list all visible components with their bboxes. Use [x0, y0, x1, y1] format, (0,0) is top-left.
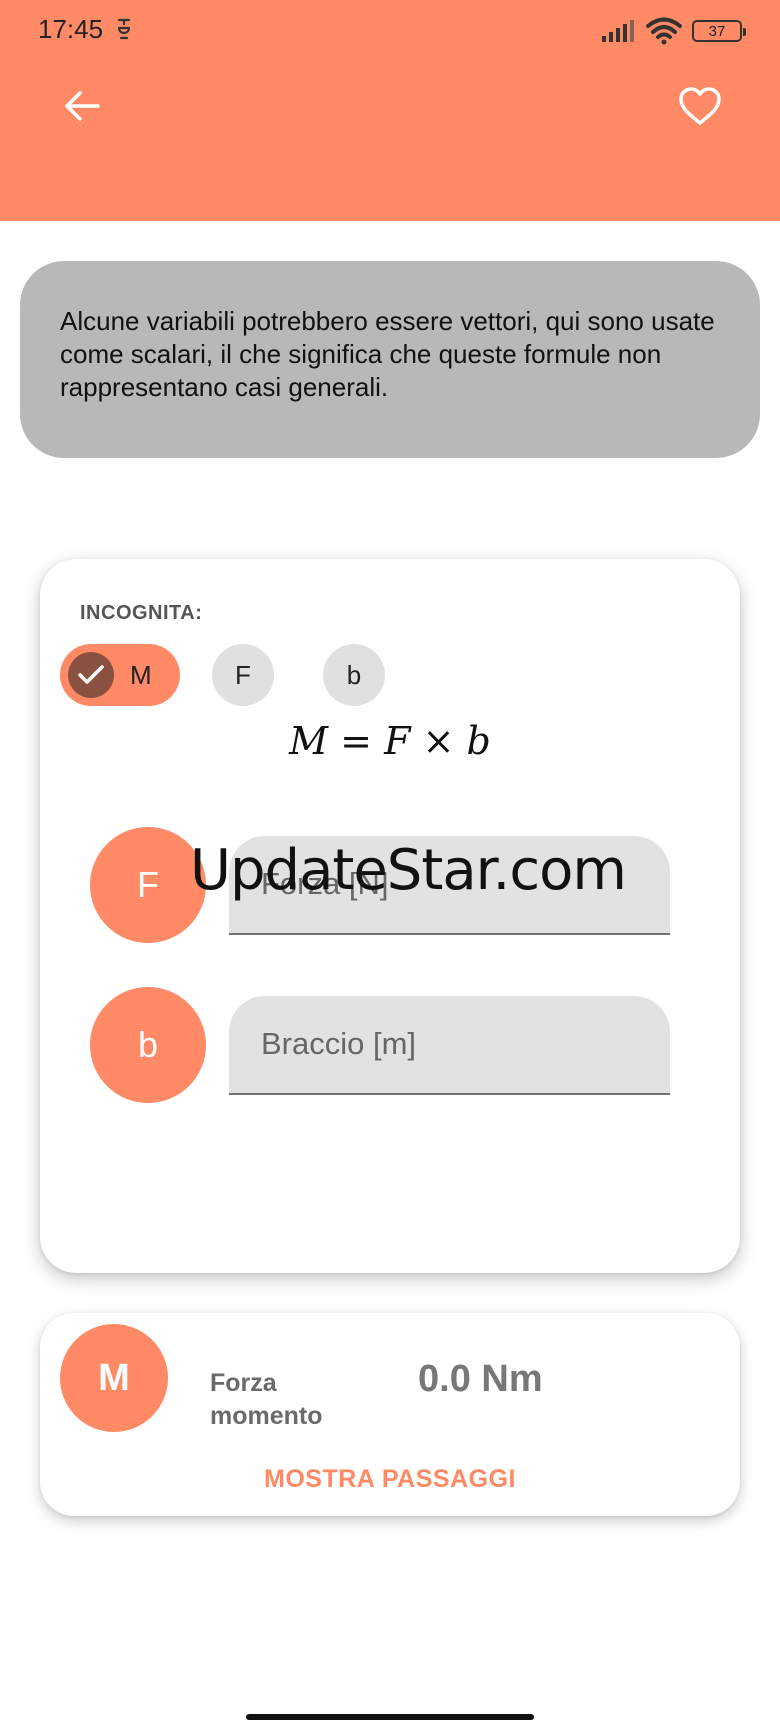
signal-icon	[602, 20, 634, 42]
favorite-button[interactable]	[676, 82, 724, 130]
result-card: M Forza momento 0.0 Nm MOSTRA PASSAGGI	[40, 1313, 740, 1516]
battery-level: 37	[708, 22, 726, 40]
chip-m[interactable]: M	[60, 644, 180, 706]
formula-b: b	[466, 719, 491, 763]
arm-input-placeholder: Braccio [m]	[261, 1026, 417, 1061]
result-symbol-badge: M	[60, 1324, 168, 1432]
battery-icon: 37	[692, 20, 746, 42]
variable-f-badge: F	[90, 827, 206, 943]
heart-outline-icon	[679, 87, 721, 125]
chip-f[interactable]: F	[212, 644, 274, 706]
formula: M = F × b	[40, 719, 740, 763]
calculator-card: INCOGNITA: M F b M = F × b F Forza [N] b…	[40, 559, 740, 1273]
result-name: Forza momento	[210, 1369, 323, 1430]
notice-text: Alcune variabili potrebbero essere vetto…	[60, 306, 715, 402]
formula-equals: =	[340, 719, 373, 763]
chip-m-label: M	[130, 659, 152, 690]
status-time: 17:45	[38, 14, 104, 44]
variable-b-badge: b	[90, 987, 206, 1103]
home-indicator[interactable]	[246, 1714, 534, 1720]
wifi-icon	[646, 17, 682, 45]
chip-b-label: b	[346, 659, 362, 690]
arm-input[interactable]: Braccio [m]	[229, 996, 670, 1095]
arrow-left-icon	[65, 91, 100, 121]
back-button[interactable]	[58, 84, 106, 128]
unknown-label: INCOGNITA:	[80, 602, 203, 624]
status-icons: 37	[600, 16, 746, 46]
show-steps-button[interactable]: MOSTRA PASSAGGI	[40, 1465, 740, 1494]
result-value: 0.0 Nm	[418, 1358, 543, 1400]
variable-b-symbol: b	[137, 1024, 159, 1065]
notification-icon	[117, 18, 131, 40]
chip-f-label: F	[235, 659, 251, 690]
formula-a: F	[384, 719, 411, 763]
watermark: UpdateStar.com	[190, 838, 627, 903]
formula-lhs: M	[289, 719, 329, 763]
chip-b[interactable]: b	[323, 644, 385, 706]
check-icon	[68, 652, 114, 698]
app-header: 17:45 37	[0, 0, 780, 221]
formula-operator: ×	[422, 719, 455, 763]
result-symbol: M	[98, 1356, 130, 1399]
variable-f-symbol: F	[137, 864, 159, 905]
scalar-notice: Alcune variabili potrebbero essere vetto…	[20, 261, 760, 458]
